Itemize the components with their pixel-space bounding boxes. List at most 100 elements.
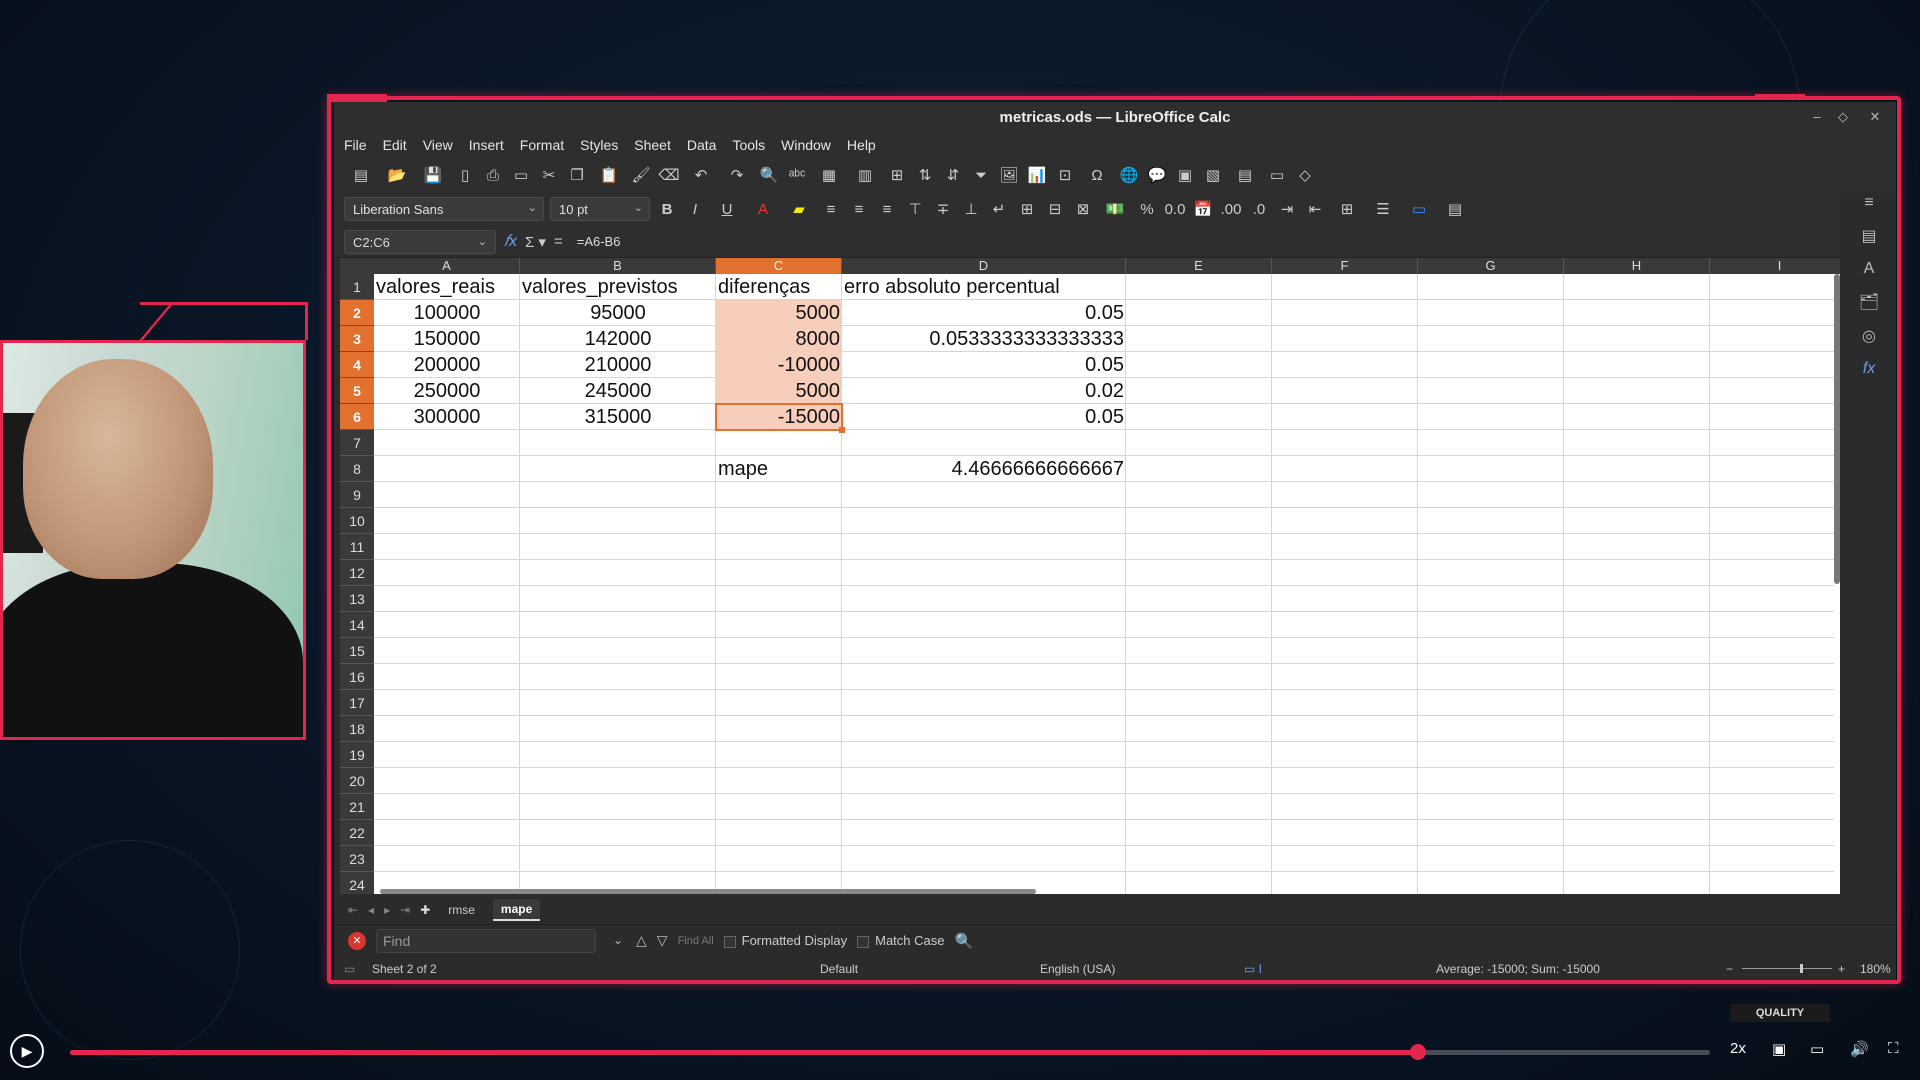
column-header-e[interactable]: E [1126,258,1272,274]
align-bottom-icon[interactable]: ⊥ [960,198,982,220]
underline-icon[interactable]: U [712,198,742,220]
menu-insert[interactable]: Insert [469,137,504,153]
function-wizard-icon[interactable]: 𝑓x [504,233,517,251]
insert-image-icon[interactable]: 🖼 [998,164,1020,186]
first-sheet-icon[interactable]: ⇤ [348,903,358,917]
sheet-tab-rmse[interactable]: rmse [440,900,483,920]
prev-sheet-icon[interactable]: ◂ [368,903,374,917]
spreadsheet-grid[interactable]: A B C D E F G H I 1 2 3 4 5 6 7 8 9 10 11 12 13 14 15 16 17 18 19 20… [340,258,1842,894]
sort-descending-icon[interactable]: ⇵ [942,164,964,186]
navigator-icon[interactable]: ◎ [1858,326,1880,348]
row-header-9[interactable]: 9 [340,482,374,508]
gallery-icon[interactable]: 🗂 [1858,292,1880,314]
row-header-7[interactable]: 7 [340,430,374,456]
redo-icon[interactable]: ↷ [722,164,752,186]
find-previous-icon[interactable]: △ [636,932,647,949]
insert-chart-icon[interactable]: 📊 [1026,164,1048,186]
zoom-in-icon[interactable]: + [1838,962,1845,976]
minimize-button[interactable]: – [1808,108,1826,126]
bold-icon[interactable]: B [656,198,678,220]
cell-a4[interactable]: 200000 [374,352,520,378]
spelling-icon[interactable]: ᵃᵇᶜ [786,164,808,186]
header-footer-icon[interactable]: ▣ [1174,164,1196,186]
menu-styles[interactable]: Styles [580,137,618,153]
row-icon[interactable]: ▦ [814,164,844,186]
column-header-g[interactable]: G [1418,258,1564,274]
hyperlink-icon[interactable]: 🌐 [1118,164,1140,186]
last-sheet-icon[interactable]: ⇥ [400,903,410,917]
cell-b3[interactable]: 142000 [520,326,716,352]
play-icon[interactable]: ▶ [10,1034,44,1068]
cell-c3[interactable]: 8000 [716,326,842,352]
row-header-11[interactable]: 11 [340,534,374,560]
row-header-3[interactable]: 3 [340,326,374,352]
find-input[interactable]: Find ⌄ [376,928,623,953]
row-header-21[interactable]: 21 [340,794,374,820]
fullscreen-icon[interactable]: ⛶ [1888,1040,1899,1057]
autofilter-icon[interactable]: ⏷ [970,164,992,186]
borders-icon[interactable]: ⊞ [1332,198,1362,220]
clear-formatting-icon[interactable]: ⌫ [658,164,680,186]
cell-c4[interactable]: -10000 [716,352,842,378]
column-header-b[interactable]: B [520,258,716,274]
menu-icon[interactable]: ≡ [1858,194,1880,216]
row-header-19[interactable]: 19 [340,742,374,768]
cell-b4[interactable]: 210000 [520,352,716,378]
menu-data[interactable]: Data [687,137,717,153]
speed-button[interactable]: 2x [1730,1040,1746,1057]
row-header-24[interactable]: 24 [340,872,374,894]
properties-icon[interactable]: ▤ [1858,226,1880,248]
styles-icon[interactable]: A [1858,260,1880,282]
find-replace-dialog-icon[interactable]: 🔍 [955,932,974,950]
merge-center-icon[interactable]: ⊞ [1016,198,1038,220]
column-header-c[interactable]: C [716,258,842,274]
autofill-handle[interactable] [839,427,845,433]
row-header-15[interactable]: 15 [340,638,374,664]
column-header-i[interactable]: I [1710,258,1842,274]
menu-view[interactable]: View [423,137,453,153]
currency-icon[interactable]: 💵 [1100,198,1130,220]
special-character-icon[interactable]: Ω [1082,164,1112,186]
close-find-icon[interactable]: ✕ [348,931,366,950]
find-next-icon[interactable]: ▽ [657,932,668,949]
row-header-18[interactable]: 18 [340,716,374,742]
column-icon[interactable]: ▥ [850,164,880,186]
menu-sheet[interactable]: Sheet [634,137,671,153]
cell-d5[interactable]: 0.02 [842,378,1126,404]
cell-a3[interactable]: 150000 [374,326,520,352]
split-window-icon[interactable]: ▭ [1266,164,1288,186]
percent-icon[interactable]: % [1136,198,1158,220]
print-icon[interactable]: ⎙ [482,164,504,186]
selection-mode-icon[interactable]: ▭ I [1244,962,1262,976]
cell-a1[interactable]: valores_reais [374,274,520,300]
row-header-10[interactable]: 10 [340,508,374,534]
row-header-22[interactable]: 22 [340,820,374,846]
formatted-display-checkbox[interactable]: Formatted Display [723,933,847,948]
increase-indent-icon[interactable]: ⇥ [1276,198,1298,220]
row-header-6[interactable]: 6 [340,404,374,430]
find-replace-icon[interactable]: 🔍 [758,164,780,186]
captions-icon[interactable]: ▣ [1772,1040,1786,1058]
menu-window[interactable]: Window [781,137,831,153]
paste-icon[interactable]: 📋 [594,164,624,186]
define-print-area-icon[interactable]: ▧ [1202,164,1224,186]
zoom-slider-knob[interactable] [1800,964,1803,973]
italic-icon[interactable]: I [684,198,706,220]
new-icon[interactable]: ▤ [346,164,376,186]
cell-a2[interactable]: 100000 [374,300,520,326]
menu-format[interactable]: Format [520,137,564,153]
merge-icon[interactable]: ⊞ [886,164,908,186]
merge-cells-icon[interactable]: ⊟ [1044,198,1066,220]
column-header-f[interactable]: F [1272,258,1418,274]
cut-icon[interactable]: ✂ [538,164,560,186]
font-color-icon[interactable]: A [748,198,778,220]
page-style[interactable]: Default [820,962,858,976]
copy-icon[interactable]: ❐ [566,164,588,186]
functions-icon[interactable]: fx [1858,360,1880,382]
maximize-button[interactable]: ◇ [1834,108,1852,126]
font-size-combo[interactable]: 10 pt ⌄ [550,197,650,221]
cell-d8[interactable]: 4.46666666666667 [842,456,1126,482]
cell-c1[interactable]: diferenças [716,274,842,300]
cell-c5[interactable]: 5000 [716,378,842,404]
cell-d1[interactable]: erro absoluto percentual [842,274,1126,300]
